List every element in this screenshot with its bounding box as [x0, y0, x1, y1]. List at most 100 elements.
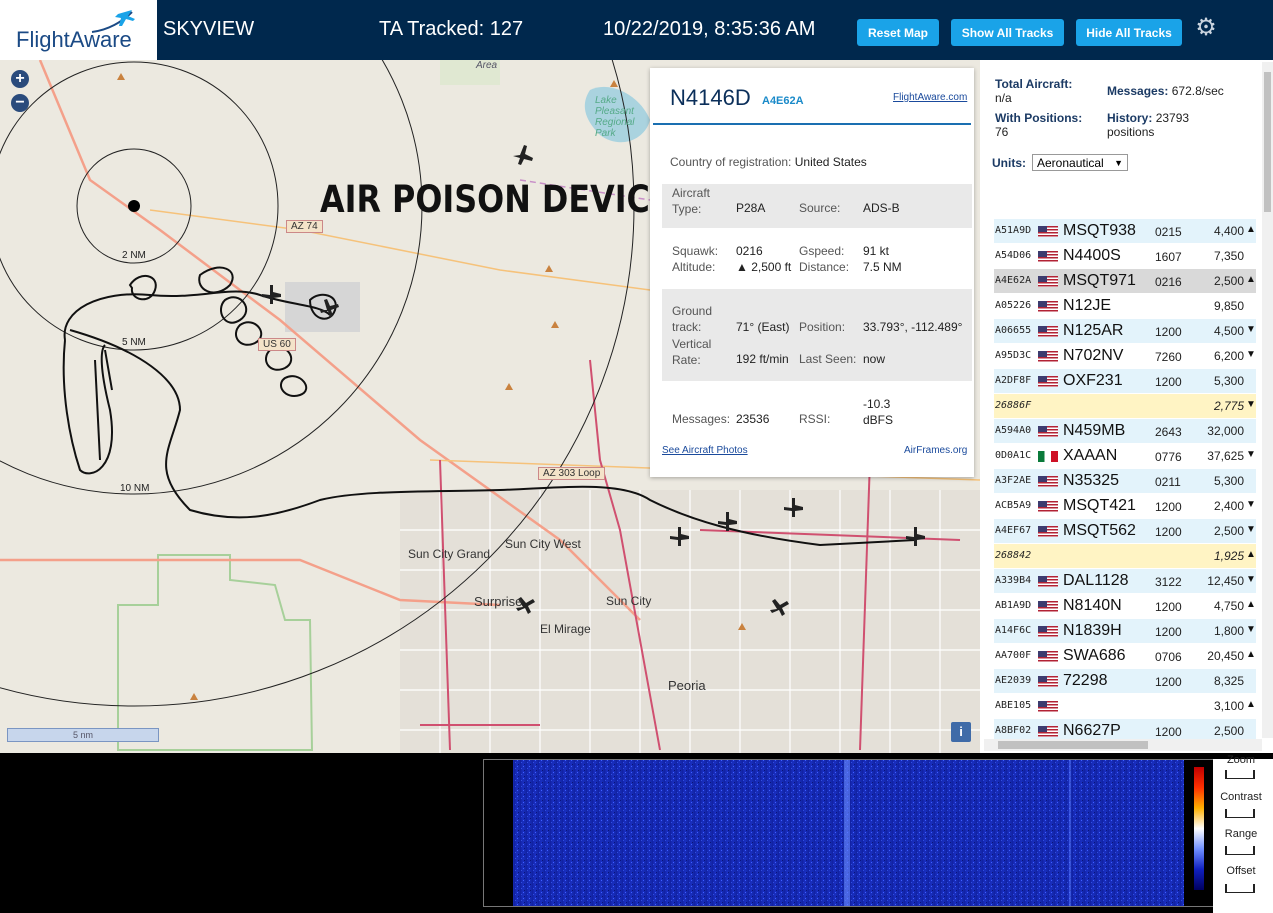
squawk-cell: 1200 [1155, 500, 1182, 514]
altitude-cell: 2,500 [1213, 274, 1244, 288]
reset-map-button[interactable]: Reset Map [857, 19, 939, 46]
table-row[interactable]: A05226 N12JE 9,850 [994, 294, 1256, 318]
table-row[interactable]: A4EF67 MSQT562 1200 2,500 ▼ [994, 519, 1256, 543]
overlay-annotation: AIR POISON DEVICE [320, 178, 672, 221]
altitude-cell: 1,800 [1213, 624, 1244, 638]
squawk-cell: 1200 [1155, 325, 1182, 339]
zoom-out-button[interactable]: − [11, 94, 29, 112]
ident-cell: N1839H [1063, 622, 1122, 639]
altitude-cell: 12,450 [1207, 574, 1244, 588]
scroll-thumb[interactable] [998, 741, 1148, 749]
messages-label: Messages: [1107, 84, 1169, 98]
table-row[interactable]: A14F6C N1839H 1200 1,800 ▼ [994, 619, 1256, 643]
altitude-cell: 4,500 [1213, 324, 1244, 338]
plane-logo-icon [91, 10, 135, 33]
offset-control[interactable] [1225, 884, 1255, 893]
icao-cell: 268842 [995, 550, 1032, 561]
table-row[interactable]: A4E62A MSQT971 0216 2,500 ▲ [994, 269, 1256, 293]
contrast-label: Contrast [1220, 791, 1262, 803]
table-row[interactable]: A95D3C N702NV 7260 6,200 ▼ [994, 344, 1256, 368]
aircraft-photos-link[interactable]: See Aircraft Photos [662, 445, 748, 456]
table-row[interactable]: 0D0A1C XAAAN 0776 37,625 ▼ [994, 444, 1256, 468]
altitude-cell: 5,300 [1213, 374, 1244, 388]
show-all-tracks-button[interactable]: Show All Tracks [951, 19, 1064, 46]
datetime: 10/22/2019, 8:35:36 AM [603, 18, 816, 40]
rssi-label: RSSI: [799, 412, 831, 426]
ident-cell: MSQT421 [1063, 497, 1136, 514]
table-row[interactable]: AE2039 72298 1200 8,325 [994, 669, 1256, 693]
us-flag-icon [1038, 626, 1058, 637]
distance-label: Distance: [799, 260, 850, 274]
squawk-cell: 0706 [1155, 650, 1182, 664]
aircraft-sidebar: Total Aircraft: n/a Messages: 672.8/sec … [980, 60, 1273, 753]
popup-icao: A4E62A [762, 95, 804, 107]
altitude-cell: 37,625 [1207, 449, 1244, 463]
table-row[interactable]: ABE105 3,100 ▲ [994, 694, 1256, 718]
altitude-cell: 20,450 [1207, 649, 1244, 663]
gspeed-label: Gspeed: [799, 244, 845, 258]
zoom-control[interactable] [1225, 770, 1255, 779]
aircraft-detail-popup: N4146D A4E62A FlightAware.com Country of… [650, 68, 974, 477]
trend-indicator: ▲ [1246, 649, 1256, 660]
squawk-cell: 1200 [1155, 725, 1182, 739]
table-row[interactable]: ACB5A9 MSQT421 1200 2,400 ▼ [994, 494, 1256, 518]
scroll-thumb[interactable] [1264, 72, 1271, 212]
table-row[interactable]: 26886F 2,775 ▼ [994, 394, 1256, 418]
altitude-cell: 2,775 [1213, 399, 1244, 413]
table-row[interactable]: AB1A9D N8140N 1200 4,750 ▲ [994, 594, 1256, 618]
us-flag-icon [1038, 251, 1058, 262]
column-flag[interactable] [1038, 185, 1062, 219]
table-row[interactable]: A3F2AE N35325 0211 5,300 [994, 469, 1256, 493]
waterfall-display[interactable] [483, 759, 1215, 907]
us-flag-icon [1038, 301, 1058, 312]
app-name: SKYVIEW [163, 18, 255, 40]
icao-cell: AE2039 [995, 675, 1032, 686]
column-squawk[interactable]: Squawk [1149, 185, 1195, 219]
table-row[interactable]: 268842 1,925 ▲ [994, 544, 1256, 568]
us-flag-icon [1038, 376, 1058, 387]
flightaware-logo[interactable]: FlightAware [0, 0, 157, 60]
table-row[interactable]: A06655 N125AR 1200 4,500 ▼ [994, 319, 1256, 343]
gear-icon[interactable]: ⚙ [1194, 16, 1218, 40]
altitude-label: Altitude: [672, 260, 716, 274]
us-flag-icon [1038, 276, 1058, 287]
contrast-control[interactable] [1225, 809, 1255, 818]
trend-indicator: ▼ [1246, 449, 1256, 460]
sidebar-vertical-scrollbar[interactable] [1262, 62, 1273, 738]
range-ring-label: 5 NM [122, 337, 146, 348]
column-ident[interactable]: Ident [1062, 185, 1149, 219]
table-row[interactable]: A339B4 DAL1128 3122 12,450 ▼ [994, 569, 1256, 593]
flightaware-link[interactable]: FlightAware.com [893, 92, 967, 103]
units-select[interactable]: Aeronautical ▼ [1032, 154, 1128, 171]
altitude-cell: 2,400 [1213, 499, 1244, 513]
ground-track-value: 71° (East) [736, 320, 790, 334]
airframes-link[interactable]: AirFrames.org [904, 445, 967, 456]
trend-indicator: ▼ [1246, 399, 1256, 410]
table-row[interactable]: A2DF8F OXF231 1200 5,300 [994, 369, 1256, 393]
zoom-in-button[interactable]: + [11, 70, 29, 88]
aircraft-type-label: Aircraft Type: [672, 186, 711, 216]
table-row[interactable]: A51A9D MSQT938 0215 4,400 ▲ [994, 219, 1256, 243]
hide-all-tracks-button[interactable]: Hide All Tracks [1076, 19, 1182, 46]
table-row[interactable]: A594A0 N459MB 2643 32,000 [994, 419, 1256, 443]
squawk-cell: 0211 [1155, 475, 1181, 489]
table-row[interactable]: AA700F SWA686 0706 20,450 ▲ [994, 644, 1256, 668]
altitude-cell: 6,200 [1213, 349, 1244, 363]
messages-label: Messages: [672, 412, 731, 426]
range-control[interactable] [1225, 846, 1255, 855]
icao-cell: A4EF67 [995, 525, 1032, 536]
trend-indicator: ▼ [1246, 349, 1256, 360]
ident-cell: XAAAN [1063, 447, 1118, 464]
us-flag-icon [1038, 676, 1058, 687]
icao-cell: A06655 [995, 325, 1032, 336]
table-row[interactable]: A54D06 N4400S 1607 7,350 [994, 244, 1256, 268]
country-row: Country of registration: United States [670, 155, 867, 169]
sidebar-horizontal-scrollbar[interactable] [984, 739, 1262, 751]
map-info-button[interactable]: i [951, 722, 971, 742]
column-altitude[interactable]: Altitude (ft) [1195, 185, 1249, 219]
icao-cell: AA700F [995, 650, 1032, 661]
column-icao[interactable]: ICAO [994, 185, 1038, 219]
altitude-cell: 1,925 [1213, 549, 1244, 563]
messages-rate: Messages: 672.8/sec [1107, 84, 1224, 98]
units-selected-value: Aeronautical [1037, 156, 1104, 170]
